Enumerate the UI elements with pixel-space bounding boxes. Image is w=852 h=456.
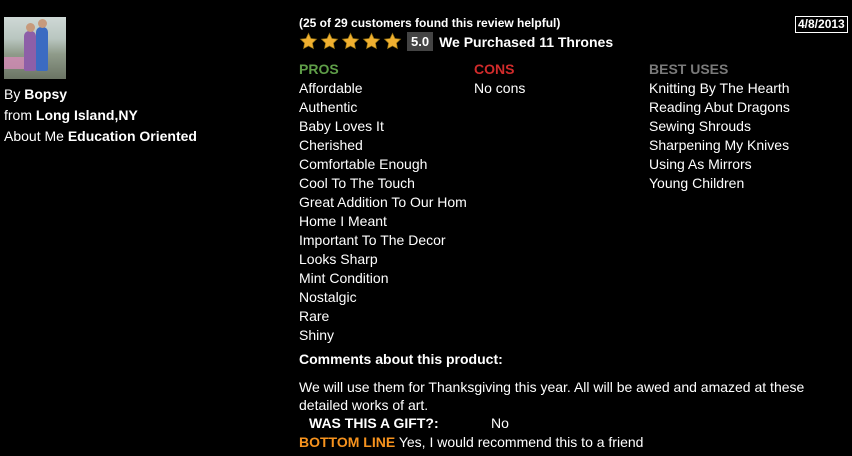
- helpful-count: (25 of 29 customers found this review he…: [299, 16, 561, 30]
- comments-label: Comments about this product:: [299, 351, 503, 367]
- reviewer-about: Education Oriented: [67, 128, 197, 144]
- reviewer-avatar: [4, 17, 66, 79]
- best-uses-item: Sewing Shrouds: [649, 118, 751, 134]
- cons-list: No cons: [474, 79, 525, 98]
- pros-item: Rare: [299, 308, 330, 324]
- from-label: from: [4, 107, 32, 123]
- bottom-line-label: BOTTOM LINE: [299, 434, 396, 450]
- reviewer-name-line: By Bopsy: [4, 84, 197, 105]
- gift-label: WAS THIS A GIFT?:: [309, 415, 439, 431]
- pros-item: Cherished: [299, 137, 363, 153]
- star-icon: [383, 32, 402, 51]
- pros-item: Authentic: [299, 99, 358, 115]
- gift-value: No: [491, 415, 509, 431]
- comments-text: We will use them for Thanksgiving this y…: [299, 379, 805, 413]
- review-headline: We Purchased 11 Thrones: [439, 33, 614, 50]
- pros-item: Baby Loves It: [299, 118, 384, 134]
- best-uses-heading: BEST USES: [649, 61, 729, 77]
- pros-column: PROS Affordable Authentic Baby Loves It Che…: [299, 60, 467, 345]
- about-label: About Me: [4, 128, 64, 144]
- bottom-line: BOTTOM LINE Yes, I would recommend this …: [299, 434, 643, 450]
- star-icon: [341, 32, 360, 51]
- star-icon: [320, 32, 339, 51]
- best-uses-item: Sharpening My Knives: [649, 137, 790, 153]
- reviewer-location-line: from Long Island,NY: [4, 105, 197, 126]
- star-icon: [362, 32, 381, 51]
- by-label: By: [4, 86, 21, 102]
- reviewer-about-line: About Me Education Oriented: [4, 126, 197, 147]
- review-date: 4/8/2013: [795, 16, 848, 33]
- pros-item: Comfortable Enough: [299, 156, 428, 172]
- pros-item: Mint Condition: [299, 270, 389, 286]
- best-uses-item: Using As Mirrors: [649, 156, 752, 172]
- best-uses-item: Young Children: [649, 175, 745, 191]
- pros-item: Nostalgic: [299, 289, 357, 305]
- pros-item: Cool To The Touch: [299, 175, 415, 191]
- cons-heading: CONS: [474, 61, 515, 77]
- rating-value: 5.0: [407, 32, 434, 51]
- bottom-line-text: Yes, I would recommend this to a friend: [398, 434, 644, 450]
- pros-heading: PROS: [299, 61, 339, 77]
- pros-item: Shiny: [299, 327, 335, 343]
- rating-row: 5.0 We Purchased 11 Thrones: [299, 32, 613, 51]
- pros-item: Important To The Decor: [299, 232, 446, 248]
- best-uses-list: Knitting By The Hearth Reading Abut Drago…: [649, 79, 790, 193]
- reviewer-name: Bopsy: [24, 86, 68, 102]
- cons-item: No cons: [474, 80, 526, 96]
- pros-item: Looks Sharp: [299, 251, 378, 267]
- pros-item: Affordable: [299, 80, 363, 96]
- best-uses-item: Knitting By The Hearth: [649, 80, 790, 96]
- best-uses-column: BEST USES Knitting By The Hearth Reading …: [649, 60, 790, 193]
- star-rating: [299, 32, 404, 51]
- reviewer-info: By Bopsy from Long Island,NY About Me Ed…: [4, 84, 197, 147]
- pros-item: Great Addition To Our Hom: [299, 194, 467, 210]
- best-uses-item: Reading Abut Dragons: [649, 99, 790, 115]
- reviewer-location: Long Island,NY: [35, 107, 138, 123]
- cons-column: CONS No cons: [474, 60, 525, 98]
- pros-list: Affordable Authentic Baby Loves It Cherishe…: [299, 79, 467, 345]
- pros-item: Home I Meant: [299, 213, 387, 229]
- star-icon: [299, 32, 318, 51]
